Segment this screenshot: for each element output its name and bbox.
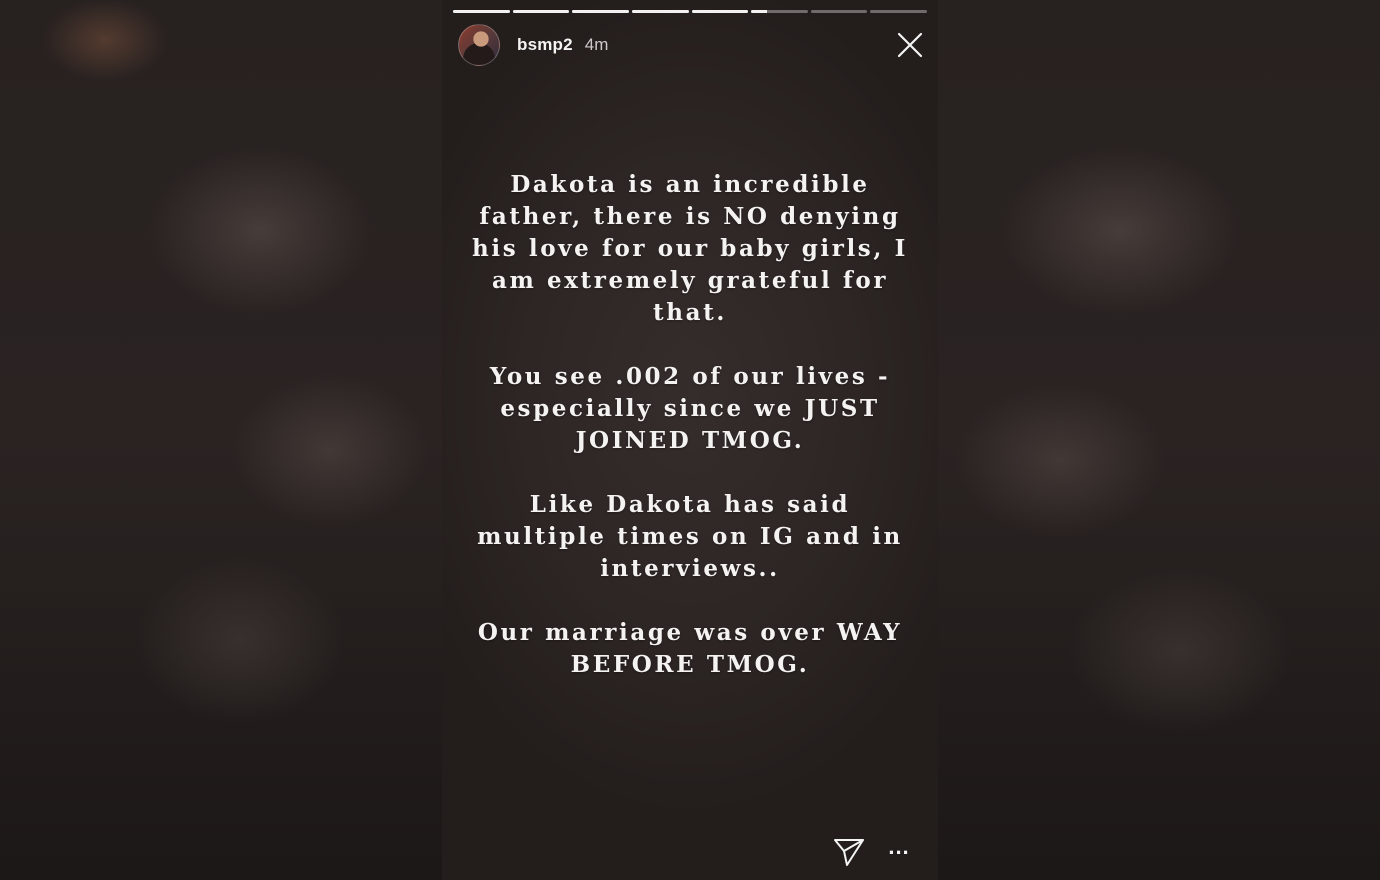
progress-segment — [691, 10, 749, 13]
close-icon — [897, 32, 923, 58]
send-button[interactable] — [832, 834, 866, 868]
send-icon — [834, 839, 864, 866]
story-text: Dakota is an incredible father, there is… — [462, 169, 918, 713]
story-progress-bar — [453, 10, 927, 13]
story-paragraph: You see .002 of our lives - especially s… — [489, 363, 891, 454]
close-button[interactable] — [896, 31, 924, 59]
progress-segment-fill — [691, 10, 749, 13]
story-header: bsmp2 4m — [458, 24, 608, 66]
story-actions: ... — [832, 832, 928, 868]
progress-segment — [810, 10, 868, 13]
post-time: 4m — [584, 35, 609, 54]
story-viewer[interactable]: bsmp2 4m Dakota is an incredible father,… — [442, 0, 938, 880]
progress-segment — [631, 10, 689, 13]
story-paragraph: Dakota is an incredible father, there is… — [472, 171, 908, 326]
progress-segment-fill — [572, 10, 629, 13]
progress-segment-fill — [512, 10, 570, 13]
more-icon: ... — [888, 834, 910, 859]
progress-segment — [453, 10, 510, 13]
more-button[interactable]: ... — [884, 836, 914, 860]
avatar[interactable] — [458, 24, 500, 66]
story-paragraph: Our marriage was over WAY BEFORE TMOG. — [477, 619, 903, 678]
progress-segment-fill — [751, 10, 767, 13]
progress-segment-fill — [453, 10, 510, 13]
progress-segment — [751, 10, 808, 13]
progress-segment-fill — [631, 10, 689, 13]
story-paragraph: Like Dakota has said multiple times on I… — [477, 491, 903, 582]
username[interactable]: bsmp2 — [517, 35, 573, 55]
progress-segment — [572, 10, 629, 13]
progress-segment — [870, 10, 927, 13]
progress-segment — [512, 10, 570, 13]
